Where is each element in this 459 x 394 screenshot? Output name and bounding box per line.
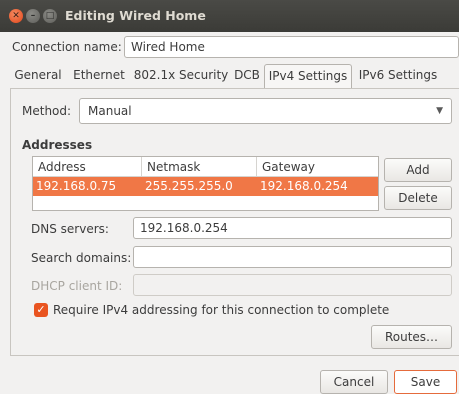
method-value: Manual bbox=[88, 104, 132, 118]
delete-address-button[interactable]: Delete bbox=[384, 186, 452, 210]
maximize-icon: □ bbox=[45, 11, 55, 21]
tab-general[interactable]: General bbox=[10, 64, 66, 88]
routes-button[interactable]: Routes… bbox=[371, 325, 452, 349]
window-title: Editing Wired Home bbox=[65, 8, 206, 23]
close-window-button[interactable]: ✕ bbox=[9, 9, 23, 23]
dhcp-client-id-label: DHCP client ID: bbox=[31, 279, 123, 293]
column-header-gateway[interactable]: Gateway bbox=[257, 157, 378, 177]
tab-802-1x-security[interactable]: 802.1x Security bbox=[132, 64, 230, 88]
cancel-button[interactable]: Cancel bbox=[320, 370, 388, 394]
dns-servers-input[interactable]: 192.168.0.254 bbox=[133, 217, 452, 239]
minimize-window-button[interactable]: – bbox=[26, 9, 40, 23]
addresses-table[interactable]: Address Netmask Gateway 192.168.0.75 255… bbox=[32, 156, 379, 211]
checkmark-icon: ✓ bbox=[36, 303, 46, 316]
require-ipv4-checkbox[interactable]: ✓ bbox=[34, 303, 48, 317]
gateway-cell: 192.168.0.254 bbox=[260, 179, 348, 193]
search-domains-input[interactable] bbox=[133, 246, 452, 268]
address-cell: 192.168.0.75 bbox=[36, 179, 117, 193]
addresses-heading: Addresses bbox=[22, 138, 93, 152]
connection-name-input[interactable]: Wired Home bbox=[124, 36, 459, 58]
add-address-button[interactable]: Add bbox=[384, 158, 452, 182]
connection-name-label: Connection name: bbox=[12, 40, 122, 54]
save-button[interactable]: Save bbox=[394, 370, 457, 394]
method-label: Method: bbox=[22, 104, 72, 118]
minimize-icon: – bbox=[30, 11, 36, 21]
dropdown-arrow-icon: ▼ bbox=[436, 106, 443, 116]
require-ipv4-label[interactable]: Require IPv4 addressing for this connect… bbox=[53, 303, 389, 317]
netmask-cell: 255.255.255.0 bbox=[145, 179, 233, 193]
tab-ethernet[interactable]: Ethernet bbox=[67, 64, 131, 88]
dhcp-client-id-input bbox=[133, 274, 452, 296]
tab-ipv6-settings[interactable]: IPv6 Settings bbox=[353, 64, 443, 88]
column-header-address[interactable]: Address bbox=[33, 157, 142, 177]
maximize-window-button[interactable]: □ bbox=[43, 9, 57, 23]
tab-bar: General Ethernet 802.1x Security DCB IPv… bbox=[10, 64, 459, 88]
title-bar: ✕ – □ Editing Wired Home bbox=[0, 0, 459, 32]
search-domains-label: Search domains: bbox=[31, 251, 132, 265]
close-icon: ✕ bbox=[12, 11, 20, 21]
tab-dcb[interactable]: DCB bbox=[230, 64, 264, 88]
column-header-netmask[interactable]: Netmask bbox=[142, 157, 257, 177]
tab-ipv4-settings[interactable]: IPv4 Settings bbox=[264, 64, 352, 88]
table-row[interactable]: 192.168.0.75 255.255.255.0 192.168.0.254 bbox=[33, 177, 378, 196]
method-select[interactable]: Manual ▼ bbox=[79, 98, 452, 124]
table-header: Address Netmask Gateway bbox=[33, 157, 378, 177]
dns-servers-label: DNS servers: bbox=[31, 222, 109, 236]
